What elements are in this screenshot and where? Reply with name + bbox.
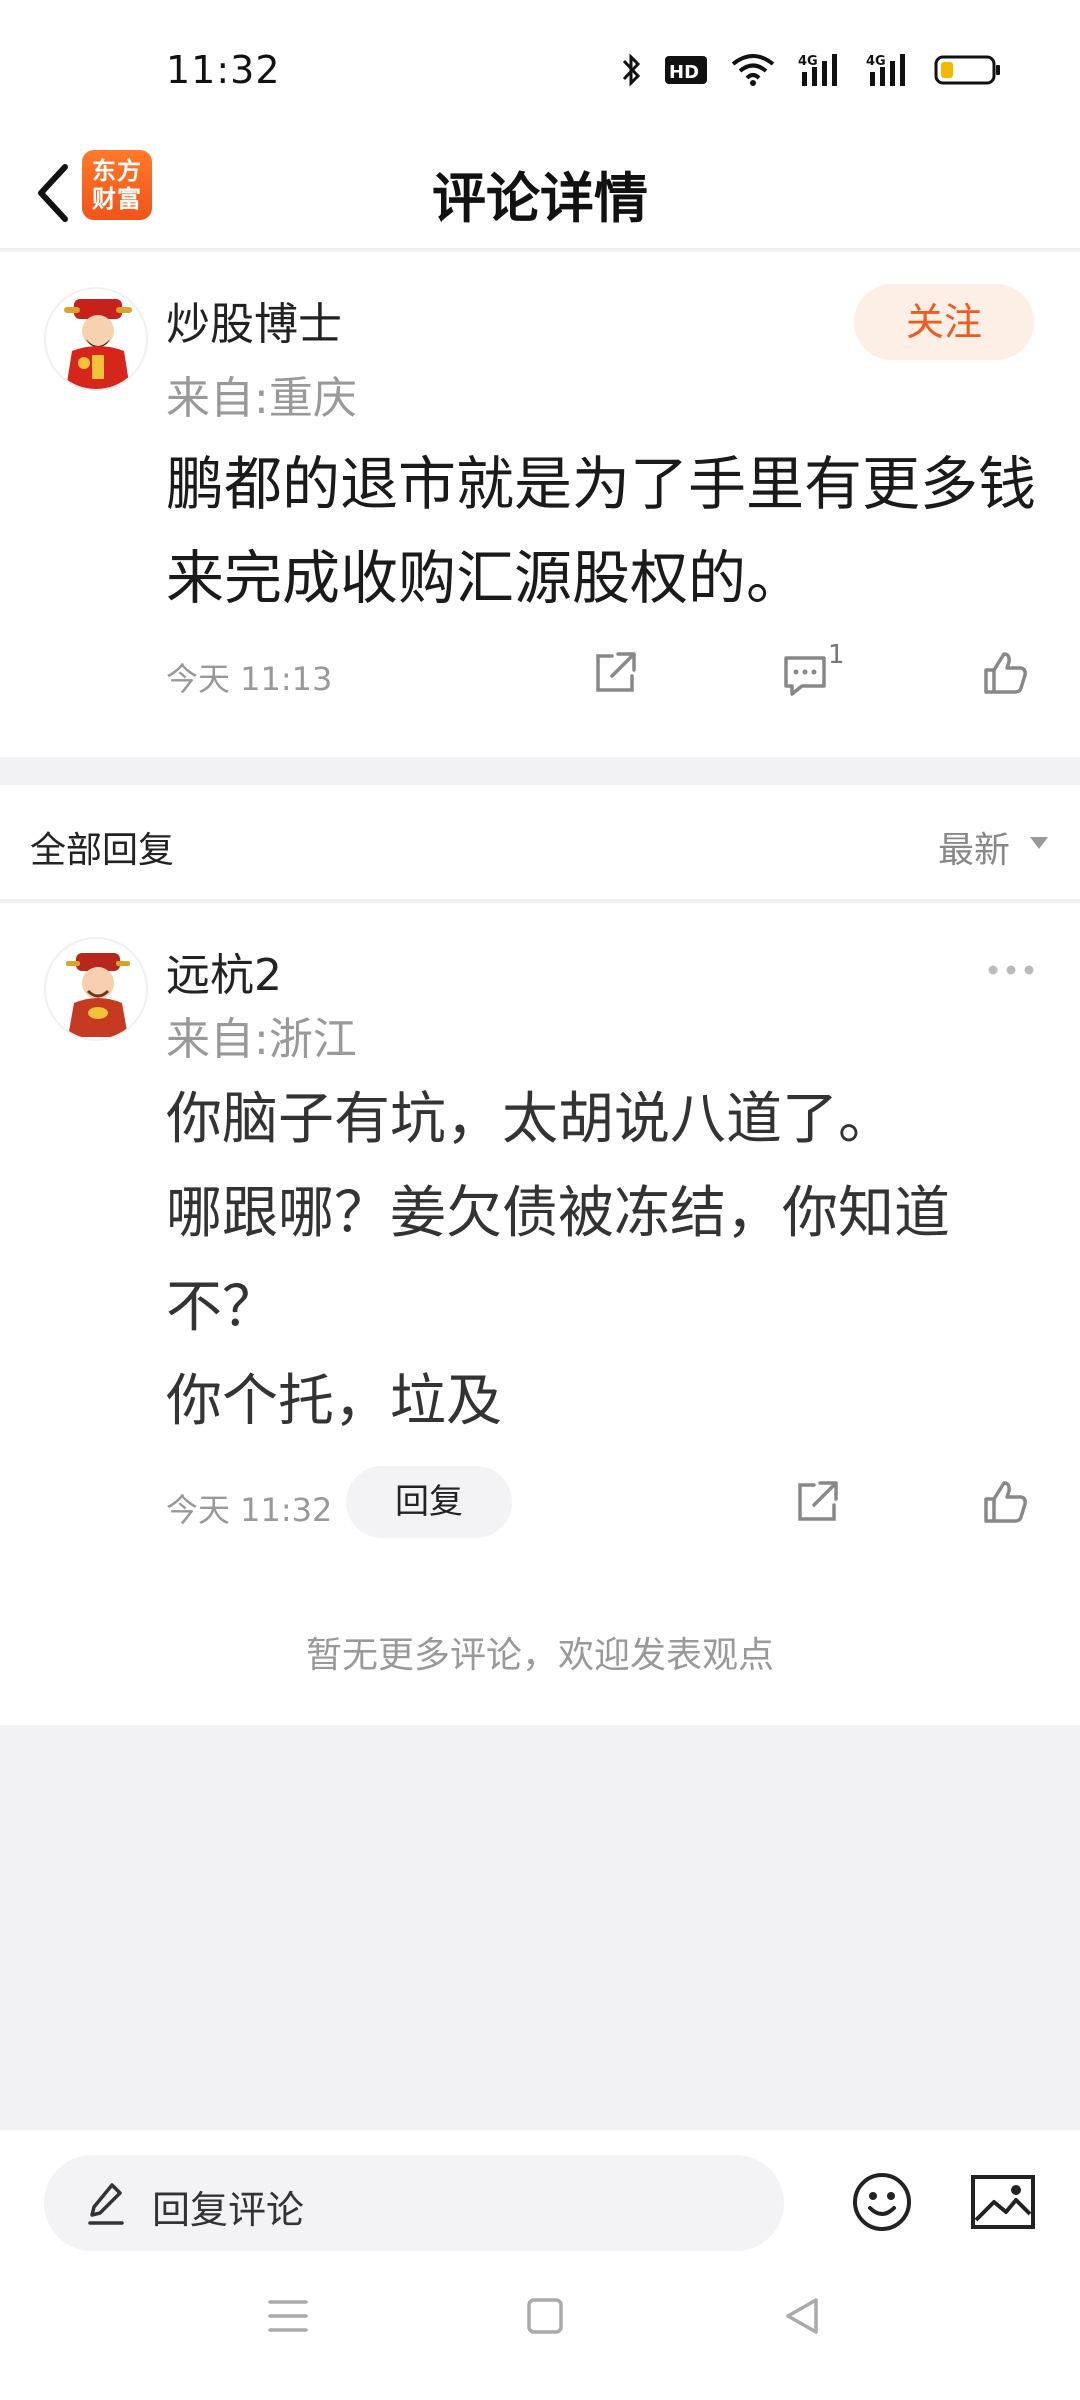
caret-down-icon[interactable] xyxy=(1028,835,1050,851)
reply-text: 你脑子有坑，太胡说八道了。 哪跟哪？姜欠债被冻结，你知道不？ 你个托，垃及 xyxy=(166,1087,950,1434)
section-divider xyxy=(0,757,1080,785)
more-options-icon[interactable] xyxy=(986,963,1036,977)
reply-location: 来自:浙江 xyxy=(166,1014,357,1065)
reply-count: 1 xyxy=(828,640,845,670)
caishen-avatar-icon xyxy=(66,953,130,1037)
menu-icon[interactable] xyxy=(258,2286,318,2346)
reply-item: 远杭2 来自:浙江 你脑子有坑，太胡说八道了。 哪跟哪？姜欠债被冻结，你知道不？… xyxy=(0,903,1080,1725)
reply-button[interactable]: 回复 xyxy=(346,1466,512,1538)
caishen-avatar-icon xyxy=(64,299,132,389)
comment-location: 来自:重庆 xyxy=(166,373,357,424)
sort-dropdown[interactable]: 最新 xyxy=(938,821,1010,873)
signal-4g-icon: 4G xyxy=(798,54,837,86)
share-icon[interactable] xyxy=(792,1477,842,1527)
home-icon[interactable] xyxy=(515,2286,575,2346)
comment-username[interactable]: 炒股博士 xyxy=(166,288,342,352)
comment-icon[interactable] xyxy=(780,650,830,700)
status-bar: 11:32 HD 4G 4G xyxy=(0,0,1080,140)
replies-header: 全部回复 最新 xyxy=(0,785,1080,901)
signal-4g-icon: 4G xyxy=(866,54,905,86)
share-icon[interactable] xyxy=(590,648,640,698)
reply-time: 今天 11:32 xyxy=(166,1491,333,1529)
main-comment: 炒股博士 来自:重庆 关注 鹏都的退市就是为了手里有更多钱来完成收购汇源股权的。… xyxy=(0,252,1080,757)
comment-time: 今天 11:13 xyxy=(166,660,333,698)
battery-icon xyxy=(934,55,1000,85)
back-triangle-icon[interactable] xyxy=(772,2286,832,2346)
bluetooth-icon xyxy=(622,53,641,87)
replies-title: 全部回复 xyxy=(30,830,175,871)
svg-text:4G: 4G xyxy=(798,54,818,69)
svg-text:HD: HD xyxy=(669,62,699,83)
like-icon[interactable] xyxy=(980,648,1030,698)
app-header: 东方 财富 评论详情 xyxy=(0,140,1080,250)
wifi-icon xyxy=(731,54,775,86)
comment-text: 鹏都的退市就是为了手里有更多钱来完成收购汇源股权的。 xyxy=(166,450,1037,612)
reply-username[interactable]: 远杭2 xyxy=(166,939,282,1003)
svg-text:4G: 4G xyxy=(866,54,886,69)
status-icons: HD 4G 4G xyxy=(620,52,1002,88)
page-title: 评论详情 xyxy=(432,167,648,230)
avatar[interactable] xyxy=(44,287,148,391)
status-time: 11:32 xyxy=(166,48,281,92)
like-icon[interactable] xyxy=(980,1477,1030,1527)
no-more-comments-note: 暂无更多评论，欢迎发表观点 xyxy=(305,1635,774,1676)
system-navigation-bar xyxy=(0,2190,1080,2340)
follow-button[interactable]: 关注 xyxy=(854,284,1034,360)
avatar[interactable] xyxy=(44,937,148,1041)
hd-icon: HD xyxy=(665,56,707,84)
